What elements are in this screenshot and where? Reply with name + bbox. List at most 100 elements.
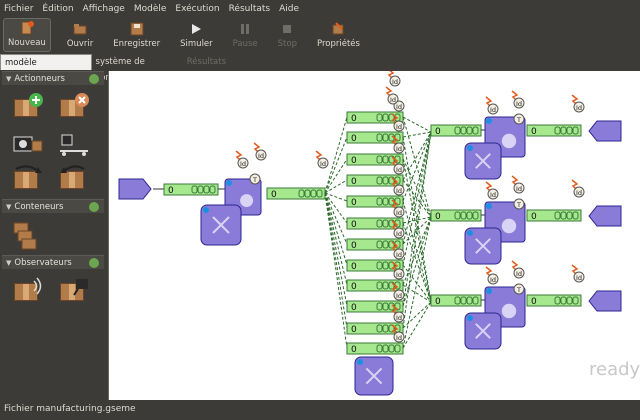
buffer-count: 0 (531, 127, 537, 137)
open-folder-icon (73, 22, 87, 36)
buffer-count: 0 (351, 177, 357, 187)
dashed-link (402, 301, 432, 349)
dashed-link (324, 192, 348, 286)
status-file-label: Fichier manufacturing.gseme (4, 404, 136, 414)
buffer-count: 0 (531, 212, 537, 222)
dashed-link (324, 192, 348, 266)
sensor-label: Id (396, 292, 402, 300)
sink-node[interactable] (588, 120, 622, 142)
timer-label: T (516, 201, 521, 209)
new-button[interactable]: Nouveau (3, 18, 51, 52)
dashed-link (402, 284, 432, 303)
palette-category-containers[interactable]: ▼ Conteneurs (2, 199, 104, 213)
sensor-label: Id (396, 230, 402, 238)
actuators-items (2, 85, 104, 199)
sensor-label: Id (490, 191, 496, 199)
model-canvas[interactable]: 0 T Id Id 0 Id 0 0 0 0 0 0 0 0 0 0 0 0 Id Id Id Id Id Id Id Id Id I… (108, 68, 640, 400)
toolbar: Nouveau Ouvrir Enregistrer Simuler Pause (0, 18, 640, 54)
gear-icon (501, 303, 517, 319)
properties-button[interactable]: Propriétés (313, 18, 364, 52)
sensor-label: Id (240, 160, 246, 168)
sensor-label: Id (516, 185, 522, 193)
palette-category-label: Conteneurs (14, 201, 64, 212)
containers-items (2, 213, 104, 255)
pause-button[interactable]: Pause (229, 18, 262, 52)
port-dot (486, 118, 492, 124)
buffer-count: 0 (351, 325, 357, 335)
stop-button-label: Stop (277, 39, 297, 49)
collapse-arrow-icon: ▼ (6, 202, 12, 211)
sink-node[interactable] (588, 290, 622, 312)
sensor-label: Id (396, 209, 402, 217)
conveyor-tool[interactable] (54, 127, 94, 159)
sensor-label: Id (396, 187, 402, 195)
reader-tool[interactable] (54, 275, 94, 307)
save-icon (130, 22, 144, 36)
collapse-arrow-icon: ▼ (6, 258, 12, 267)
tab-results[interactable]: Résultats (182, 54, 230, 70)
stack-container-tool[interactable] (8, 219, 48, 251)
sensor-label: Id (396, 334, 402, 342)
menu-aide[interactable]: Aide (279, 4, 299, 14)
play-icon (189, 22, 203, 36)
palette-category-actuators[interactable]: ▼ Actionneurs (2, 71, 104, 85)
save-button-label: Enregistrer (113, 39, 161, 49)
sensor-label: Id (576, 274, 582, 282)
palette-category-observers[interactable]: ▼ Observateurs (2, 255, 104, 269)
sink-node[interactable] (588, 205, 622, 227)
simulate-button[interactable]: Simuler (176, 18, 217, 52)
sensor-label: Id (516, 270, 522, 278)
buffer-count: 0 (351, 241, 357, 251)
sensor-label: Id (396, 271, 402, 279)
port-dot (357, 359, 363, 365)
buffer-count: 0 (351, 134, 357, 144)
stop-button[interactable]: Stop (274, 18, 301, 52)
menu-fichier[interactable]: Fichier (4, 4, 33, 14)
buffer-count: 0 (271, 190, 277, 200)
gear-icon (501, 133, 517, 149)
simulate-button-label: Simuler (180, 39, 213, 49)
buffer-count: 0 (435, 297, 441, 307)
menu-edition[interactable]: Édition (42, 4, 73, 14)
port-dot (486, 288, 492, 294)
menu-affichage[interactable]: Affichage (83, 4, 125, 14)
gear-icon (501, 218, 517, 234)
machine-tool[interactable] (8, 127, 48, 159)
create-item-tool[interactable] (8, 91, 48, 123)
buffer-count: 0 (351, 303, 357, 313)
dashed-link (402, 131, 432, 202)
new-document-icon (20, 21, 34, 35)
model-diagram[interactable]: 0TIdId0Id000000000000IdIdIdIdIdIdIdIdIdI… (109, 68, 640, 400)
port-dot (226, 180, 232, 186)
sensor-label: Id (490, 106, 496, 114)
dashed-link (324, 192, 348, 307)
port-dot (467, 230, 473, 236)
source-node[interactable] (118, 178, 152, 200)
timer-label: T (516, 286, 521, 294)
status-bar: Fichier manufacturing.gseme (0, 400, 640, 420)
menu-execution[interactable]: Exécution (175, 4, 219, 14)
sensor-tool[interactable] (8, 275, 48, 307)
simulation-status-text: ready (589, 359, 640, 380)
buffer-count: 0 (168, 186, 174, 196)
open-button[interactable]: Ouvrir (63, 18, 97, 52)
menu-modele[interactable]: Modèle (134, 4, 167, 14)
menu-resultats[interactable]: Résultats (229, 4, 271, 14)
component-palette: ▼ Actionneurs ▼ Conteneurs ▼ Observateur… (2, 71, 104, 400)
sensor-label: Id (396, 123, 402, 131)
sensor-label: Id (576, 189, 582, 197)
sensor-label: Id (320, 160, 326, 168)
sensor-label: Id (516, 100, 522, 108)
move-tool[interactable] (54, 163, 94, 195)
timer-label: T (252, 176, 257, 184)
destroy-item-tool[interactable] (54, 91, 94, 123)
save-button[interactable]: Enregistrer (109, 18, 164, 52)
sensor-label: Id (258, 152, 264, 160)
tab-emulation-model[interactable]: modèle d'émulation (0, 54, 92, 84)
sensor-label: Id (490, 276, 496, 284)
gear-icon (240, 194, 254, 208)
sensor-label: Id (396, 145, 402, 153)
tab-control-system[interactable]: système de contrôle (91, 54, 183, 83)
rotate-tool[interactable] (8, 163, 48, 195)
port-dot (203, 207, 209, 213)
